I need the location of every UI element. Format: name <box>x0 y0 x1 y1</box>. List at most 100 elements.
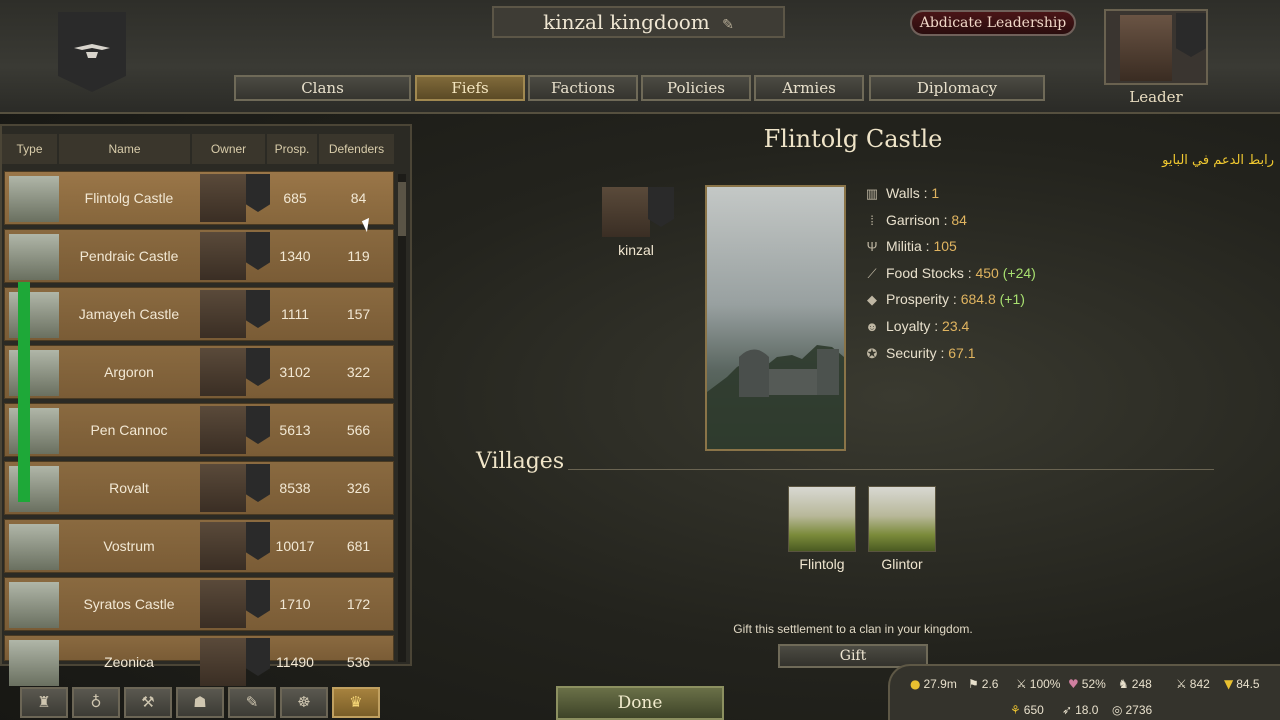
quest-icon[interactable]: ✎ <box>228 687 276 718</box>
fief-list-panel: Type Name Owner Prosp. Defenders Flintol… <box>0 124 412 686</box>
clan-icon[interactable]: ☸ <box>280 687 328 718</box>
village-flintolg[interactable]: Flintolg <box>788 486 856 572</box>
leader-portrait[interactable] <box>1104 9 1208 85</box>
kingdom-icon[interactable]: ♛ <box>332 687 380 718</box>
party-icon[interactable]: ☗ <box>176 687 224 718</box>
settlement-thumbnail <box>9 350 59 396</box>
army-value: 842 <box>1189 677 1210 691</box>
stat-food: ⟋ Food Stocks : 450 (+24) <box>864 264 1184 286</box>
clan-shield-icon <box>246 580 270 618</box>
fief-name: Flintolg Castle <box>84 190 174 206</box>
table-row[interactable]: Argoron 3102 322 <box>4 345 394 399</box>
table-row[interactable]: Pen Cannoc 5613 566 <box>4 403 394 457</box>
stat-value: 84 <box>951 211 967 228</box>
abdicate-leadership-button[interactable]: Abdicate Leadership <box>910 10 1076 36</box>
army-icon: ⚔ <box>1176 677 1187 691</box>
stat-change: (+24) <box>1002 264 1036 281</box>
kingdom-name: kinzal kingdoom <box>543 10 710 34</box>
fief-name: Syratos Castle <box>83 596 175 612</box>
column-type[interactable]: Type <box>2 134 59 164</box>
view-icon: ◎ <box>1112 703 1123 717</box>
scrollbar-thumb[interactable] <box>398 182 406 236</box>
done-button[interactable]: Done <box>556 686 724 720</box>
tab-diplomacy[interactable]: Diplomacy <box>869 75 1045 101</box>
clan-shield-icon <box>246 348 270 386</box>
influence-icon: ⚑ <box>968 677 979 691</box>
rename-quill-icon[interactable]: ✎ <box>722 17 734 33</box>
stat-label: Security : <box>886 344 945 361</box>
stat-text: Loyalty : 23.4 <box>886 318 969 334</box>
fief-defenders: 119 <box>347 248 370 264</box>
bag-icon[interactable]: ♁ <box>72 687 120 718</box>
overlay-arabic-text: رابط الدعم في البايو <box>1162 153 1274 168</box>
owner-avatar <box>200 522 246 570</box>
health-stat: ♥ 52% <box>1068 677 1106 691</box>
table-row[interactable]: Rovalt 8538 326 <box>4 461 394 515</box>
stat-text: Food Stocks : 450 (+24) <box>886 265 1036 281</box>
villages-divider <box>568 469 1214 470</box>
helmet-icon[interactable]: ♜ <box>20 687 68 718</box>
tab-armies[interactable]: Armies <box>754 75 864 101</box>
clan-shield-icon <box>246 406 270 444</box>
settlement-thumbnail <box>9 234 59 280</box>
table-row[interactable]: Jamayeh Castle 1111 157 <box>4 287 394 341</box>
leader-clan-shield-icon <box>1176 13 1206 57</box>
tab-policies[interactable]: Policies <box>641 75 751 101</box>
tab-factions[interactable]: Factions <box>528 75 638 101</box>
owner-avatar[interactable] <box>602 187 650 237</box>
table-row[interactable]: Flintolg Castle 685 84 <box>4 171 394 225</box>
fief-list-scrollbar[interactable] <box>398 174 406 662</box>
settlement-title: Flintolg Castle <box>763 125 943 153</box>
stat-garrison: ⁞ Garrison : 84 <box>864 211 1184 233</box>
village-glintor[interactable]: Glintor <box>868 486 936 572</box>
owner-clan-shield-icon <box>648 187 674 227</box>
fief-list-header: Type Name Owner Prosp. Defenders <box>2 134 398 164</box>
owner-name: kinzal <box>618 242 654 258</box>
column-name[interactable]: Name <box>59 134 192 164</box>
health-value: 52% <box>1081 677 1106 691</box>
tab-clans[interactable]: Clans <box>234 75 411 101</box>
fief-name: Jamayeh Castle <box>78 306 180 322</box>
kingdom-power-value: 84.5 <box>1236 677 1260 691</box>
speed-value: 18.0 <box>1075 703 1099 717</box>
troops-value: 248 <box>1131 677 1152 691</box>
leader-label: Leader <box>1129 88 1183 106</box>
eagle-icon: ▼ <box>1224 677 1234 691</box>
fief-prosperity: 3102 <box>279 364 311 380</box>
leader-face-avatar <box>1120 15 1172 81</box>
clan-shield-icon <box>246 464 270 502</box>
stat-value: 23.4 <box>942 318 970 334</box>
fief-prosperity: 10017 <box>275 538 315 554</box>
owner-avatar <box>200 464 246 512</box>
fief-prosperity: 11490 <box>276 654 314 670</box>
table-row[interactable]: Syratos Castle 1710 172 <box>4 577 394 631</box>
fief-prosperity: 1340 <box>279 248 311 264</box>
stat-text: Security : 67.1 <box>886 345 976 361</box>
settlement-thumbnail <box>9 466 59 512</box>
stat-label: Food Stocks : <box>886 264 972 281</box>
kingdom-title[interactable]: kinzal kingdoom ✎ <box>492 6 785 38</box>
clan-shield-icon <box>246 174 270 212</box>
stat-value: 105 <box>933 238 957 255</box>
table-row[interactable]: Vostrum 10017 681 <box>4 519 394 573</box>
gift-description: Gift this settlement to a clan in your k… <box>733 622 973 636</box>
tab-fiefs[interactable]: Fiefs <box>415 75 525 101</box>
stat-label: Garrison : <box>886 211 948 228</box>
view-value: 2736 <box>1125 703 1153 717</box>
stat-value: 450 <box>975 264 999 281</box>
stat-label: Prosperity : <box>886 291 957 308</box>
stat-value: 684.8 <box>960 291 996 308</box>
fief-name: Pendraic Castle <box>79 248 179 264</box>
table-row[interactable]: Zeonica 11490 536 <box>4 635 394 686</box>
column-prosperity[interactable]: Prosp. <box>267 134 319 164</box>
column-defenders[interactable]: Defenders <box>319 134 396 164</box>
settlement-thumbnail <box>9 640 59 686</box>
owner-avatar <box>200 348 246 396</box>
column-owner[interactable]: Owner <box>192 134 267 164</box>
anvil-icon[interactable]: ⚒ <box>124 687 172 718</box>
fief-name: Argoron <box>104 364 154 380</box>
table-row[interactable]: Pendraic Castle 1340 119 <box>4 229 394 283</box>
owner-avatar <box>200 406 246 454</box>
stat-text: Prosperity : 684.8 (+1) <box>886 291 1025 307</box>
security-icon: ✪ <box>866 345 878 361</box>
